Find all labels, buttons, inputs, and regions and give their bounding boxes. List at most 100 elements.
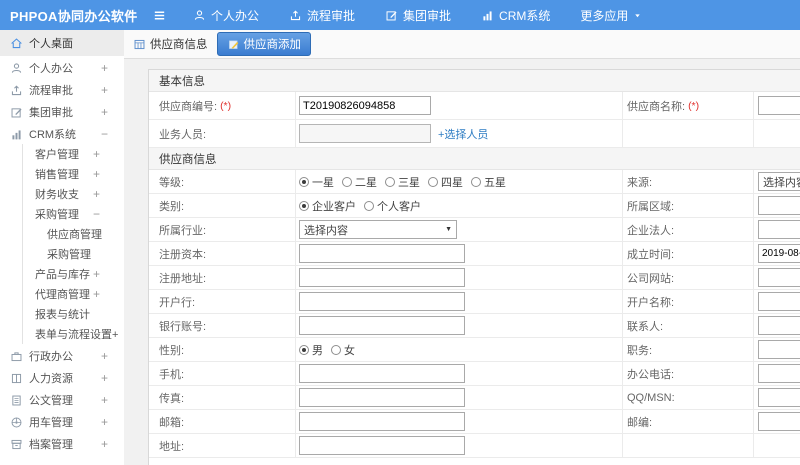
sidebar-item-vehicle-management[interactable]: 用车管理 +	[0, 412, 124, 432]
field-label: 公司网站:	[627, 272, 675, 285]
sidebar-item-agent-management[interactable]: 代理商管理 +	[22, 284, 124, 304]
field-value-cell	[296, 290, 623, 313]
mobile-input[interactable]	[299, 364, 465, 383]
category-radios-option[interactable]: 企业客户	[299, 198, 356, 214]
radio-label: 个人客户	[377, 200, 421, 213]
edit-icon	[386, 10, 397, 20]
expand-icon[interactable]: +	[101, 61, 108, 75]
expand-icon[interactable]: +	[93, 187, 100, 201]
radio-label: 男	[312, 344, 323, 357]
expand-icon[interactable]: +	[93, 267, 100, 281]
sidebar-item-finance-management[interactable]: 财务收支 +	[22, 184, 124, 204]
expand-icon[interactable]: +	[101, 393, 108, 407]
supplier-code-input[interactable]	[299, 96, 431, 115]
sidebar-item-supplier-management[interactable]: 供应商管理	[22, 224, 124, 244]
source-select[interactable]: 选择内容	[758, 172, 800, 191]
industry-select[interactable]: 选择内容 ▼	[299, 220, 457, 239]
expand-icon[interactable]: +	[101, 371, 108, 385]
nav-more-apps[interactable]: 更多应用	[580, 7, 642, 24]
account-name-input[interactable]	[758, 292, 800, 311]
expand-icon[interactable]: +	[101, 437, 108, 451]
fax-input[interactable]	[299, 388, 465, 407]
menu-toggle-button[interactable]	[152, 8, 167, 23]
sidebar-item-sales-management[interactable]: 销售管理 +	[22, 164, 124, 184]
bank-branch-input[interactable]	[299, 292, 465, 311]
form-row: 开户行: 开户名称:	[149, 290, 800, 314]
star-level-radios-option[interactable]: 五星	[471, 174, 506, 190]
star-level-radios-option[interactable]: 二星	[342, 174, 377, 190]
form-row: 传真: QQ/MSN:	[149, 386, 800, 410]
tab-supplier-add[interactable]: 供应商添加	[216, 32, 311, 56]
gender-radios-option[interactable]: 女	[331, 342, 355, 358]
collapse-icon[interactable]: −	[101, 127, 108, 141]
sidebar-item-label: 代理商管理	[35, 289, 90, 301]
sidebar-item-desktop[interactable]: 个人桌面	[0, 30, 124, 56]
business-staff-input[interactable]	[299, 124, 431, 143]
sidebar-item-personal-office[interactable]: 个人办公 +	[0, 58, 124, 78]
sidebar-item-report-statistics[interactable]: 报表与统计	[22, 304, 124, 324]
legal-person-input[interactable]	[758, 220, 800, 239]
office-phone-input[interactable]	[758, 364, 800, 383]
founding-date-input[interactable]	[758, 244, 800, 263]
tab-supplier-info[interactable]: 供应商信息	[133, 36, 208, 52]
expand-icon[interactable]: +	[101, 105, 108, 119]
star-level-radios-option[interactable]: 三星	[385, 174, 420, 190]
select-person-link[interactable]: +选择人员	[438, 126, 488, 142]
expand-icon[interactable]: +	[93, 147, 100, 161]
sidebar-item-customer-management[interactable]: 客户管理 +	[22, 144, 124, 164]
sidebar-item-purchase-management-sub[interactable]: 采购管理	[22, 244, 124, 264]
nav-personal-office[interactable]: 个人办公	[193, 7, 259, 24]
star-level-radios-option[interactable]: 一星	[299, 174, 334, 190]
nav-group-approval[interactable]: 集团审批	[385, 7, 451, 24]
field-label: 办公电话:	[627, 368, 675, 381]
sidebar-item-crm-system[interactable]: CRM系统 −	[0, 124, 124, 144]
radio-label: 女	[344, 344, 355, 357]
sidebar-item-group-approval[interactable]: 集团审批 +	[0, 102, 124, 122]
supplier-name-input[interactable]	[758, 96, 800, 115]
bank-account-input[interactable]	[299, 316, 465, 335]
hamburger-icon	[154, 10, 165, 20]
field-label-cell: 成立时间:	[623, 242, 754, 265]
contact-person-input[interactable]	[758, 316, 800, 335]
registered-capital-input[interactable]	[299, 244, 465, 263]
registered-address-input[interactable]	[299, 268, 465, 287]
nav-workflow-approval[interactable]: 流程审批	[289, 7, 355, 24]
form-row: 所属行业: 选择内容 ▼ 企业法人:	[149, 218, 800, 242]
sidebar-item-document-management[interactable]: 公文管理 +	[0, 390, 124, 410]
expand-icon[interactable]: +	[101, 349, 108, 363]
expand-icon[interactable]: +	[101, 415, 108, 429]
field-label-cell: 邮箱:	[149, 410, 296, 433]
sidebar-item-archive-management[interactable]: 档案管理 +	[0, 434, 124, 454]
form-row: 性别: 男女职务:	[149, 338, 800, 362]
field-label: 等级:	[159, 176, 185, 189]
expand-icon[interactable]: +	[93, 167, 100, 181]
expand-icon[interactable]: +	[101, 83, 108, 97]
nav-crm-system[interactable]: CRM系统	[481, 7, 550, 24]
category-radios-option[interactable]: 个人客户	[364, 198, 421, 214]
expand-icon[interactable]: +	[93, 287, 100, 301]
email-input[interactable]	[299, 412, 465, 431]
star-level-radios-option[interactable]: 四星	[428, 174, 463, 190]
region-input[interactable]	[758, 196, 800, 215]
job-title-input[interactable]	[758, 340, 800, 359]
sidebar-item-form-flow-settings[interactable]: 表单与流程设置+	[22, 324, 124, 344]
field-label: 注册地址:	[159, 272, 207, 285]
sidebar-item-human-resources[interactable]: 人力资源 +	[0, 368, 124, 388]
sidebar-item-workflow-approval[interactable]: 流程审批 +	[0, 80, 124, 100]
dropdown-arrow-icon: ▼	[445, 226, 452, 233]
field-label: 类别:	[159, 200, 185, 213]
form-section: 基本信息供应商编号:(*)供应商名称:(*)业务人员:+选择人员	[149, 70, 800, 148]
sidebar-item-product-inventory[interactable]: 产品与库存 +	[22, 264, 124, 284]
qq-msn-input[interactable]	[758, 388, 800, 407]
company-website-input[interactable]	[758, 268, 800, 287]
address-input[interactable]	[299, 436, 465, 455]
collapse-icon[interactable]: −	[93, 207, 100, 221]
sidebar-item-purchase-management[interactable]: 采购管理 −	[22, 204, 124, 224]
gender-radios-option[interactable]: 男	[299, 342, 323, 358]
field-label-cell: 银行账号:	[149, 314, 296, 337]
sidebar-item-admin-office[interactable]: 行政办公 +	[0, 346, 124, 366]
field-value-cell	[754, 218, 800, 241]
field-value-cell: 选择内容	[754, 170, 800, 193]
field-label: 供应商编号:	[159, 100, 218, 113]
zipcode-input[interactable]	[758, 412, 800, 431]
